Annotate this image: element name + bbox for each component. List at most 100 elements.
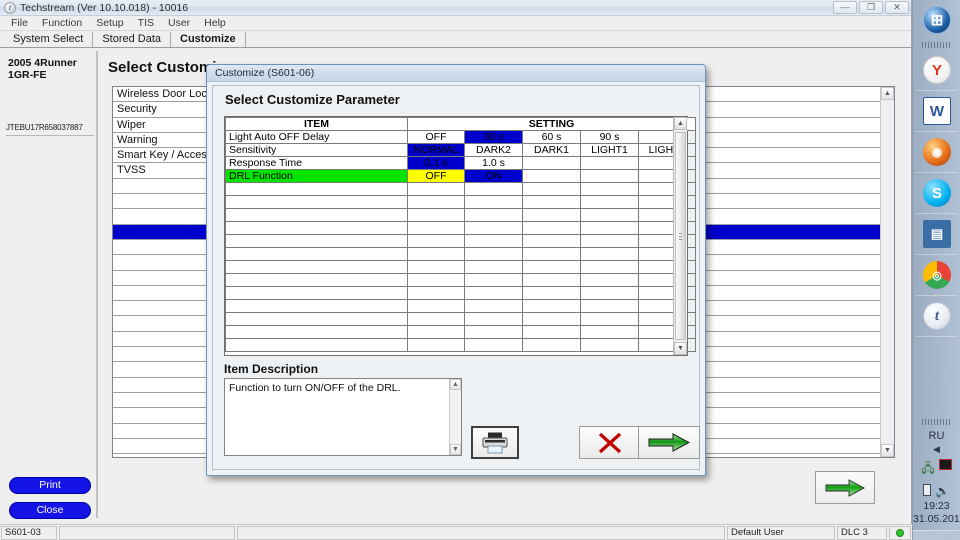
show-hidden-icons-button[interactable]: ◀	[913, 443, 960, 457]
menu-item-tis[interactable]: TIS	[131, 17, 161, 29]
menu-item-function[interactable]: Function	[35, 17, 89, 29]
tray-clock[interactable]: 19:23 31.05.2015	[913, 500, 960, 530]
empty-cell	[407, 182, 465, 196]
empty-cell	[407, 273, 465, 287]
status-message-field	[59, 525, 235, 540]
empty-cell	[407, 299, 465, 313]
parameter-setting-cell[interactable]: DARK1	[522, 143, 581, 157]
dialog-next-button[interactable]	[638, 426, 700, 459]
scroll-down-icon[interactable]: ▼	[674, 342, 687, 355]
menu-item-help[interactable]: Help	[197, 17, 233, 29]
dialog-print-button[interactable]	[471, 426, 519, 459]
desktop: t Techstream (Ver 10.10.018) - 10016 — ❐…	[0, 0, 960, 540]
parameter-setting-cell[interactable]	[522, 169, 581, 183]
scroll-up-icon[interactable]: ▲	[674, 117, 687, 130]
table-row[interactable]: Light Auto OFF Delay OFF 30 s 60 s 90 s	[225, 130, 697, 144]
parameter-table-header: ITEM SETTING	[225, 117, 697, 131]
scroll-up-icon[interactable]: ▲	[881, 87, 894, 100]
empty-cell	[580, 247, 639, 261]
vehicle-info-panel: 2005 4Runner 1GR-FE JTEBU17R658037887 Pr…	[2, 51, 98, 519]
sidebar-item-skype[interactable]: S	[913, 173, 960, 213]
sidebar-item-yandex-browser[interactable]: Y	[913, 50, 960, 90]
tab-bar: System Select Stored Data Customize	[0, 31, 911, 48]
scrollbar-thumb[interactable]	[675, 132, 686, 340]
empty-cell	[522, 182, 581, 196]
menu-item-file[interactable]: File	[4, 17, 35, 29]
parameter-setting-cell[interactable]: 60 s	[522, 130, 581, 144]
scroll-down-icon[interactable]: ▼	[450, 444, 461, 455]
sidebar-item-firefox[interactable]: ◉	[913, 132, 960, 172]
sidebar-item-save-floppy[interactable]: ▤	[913, 214, 960, 254]
vehicle-model-text: 2005 4Runner	[8, 57, 77, 69]
minimize-button[interactable]: —	[833, 1, 857, 14]
empty-cell	[464, 312, 523, 326]
empty-cell	[225, 247, 408, 261]
scroll-up-icon[interactable]: ▲	[450, 379, 461, 390]
parameter-setting-cell[interactable]	[580, 169, 639, 183]
empty-cell	[522, 234, 581, 248]
volume-icon[interactable]: 🔊	[935, 484, 950, 498]
category-list-scrollbar[interactable]: ▲ ▼	[880, 87, 894, 457]
tab-customize[interactable]: Customize	[171, 32, 246, 47]
parameter-setting-cell[interactable]: LIGHT1	[580, 143, 639, 157]
scroll-down-icon[interactable]: ▼	[881, 444, 894, 457]
menu-item-user[interactable]: User	[161, 17, 197, 29]
table-row[interactable]: Response Time 0.1 s 1.0 s	[225, 156, 697, 170]
parameter-setting-cell[interactable]: NORMAL	[407, 143, 465, 157]
close-button[interactable]: ✕	[885, 1, 909, 14]
parameter-setting-cell[interactable]: 1.0 s	[464, 156, 523, 170]
parameter-setting-cell[interactable]	[522, 156, 581, 170]
item-description-text: Function to turn ON/OFF of the DRL.	[229, 382, 401, 394]
customize-dialog: Customize (S601-06) Select Customize Par…	[206, 64, 706, 476]
save-floppy-icon: ▤	[923, 220, 951, 248]
table-row-empty	[225, 195, 697, 209]
battery-icon[interactable]	[923, 484, 932, 496]
empty-cell	[580, 273, 639, 287]
restore-button[interactable]: ❐	[859, 1, 883, 14]
empty-cell	[225, 208, 408, 222]
desktop-sidebar: ⊞ YW ◉ S ▤ ◎ t RU ◀ 🖧 🔊 19:23 31.05.2015	[912, 0, 960, 540]
window-controls[interactable]: — ❐ ✕	[833, 1, 909, 14]
empty-cell	[225, 260, 408, 274]
parameter-setting-cell[interactable]: OFF	[407, 130, 465, 144]
parameter-setting-cell[interactable]: OFF	[407, 169, 465, 183]
language-indicator[interactable]: RU	[913, 427, 960, 443]
parameter-table-scrollbar[interactable]: ▲ ▼	[673, 117, 687, 355]
empty-cell	[522, 273, 581, 287]
parameter-setting-cell[interactable]: 90 s	[580, 130, 639, 144]
sidebar-item-windows-start[interactable]: ⊞	[913, 0, 960, 40]
tab-system-select[interactable]: System Select	[4, 32, 94, 47]
sidebar-item-teamviewer[interactable]: t	[913, 296, 960, 336]
close-button-panel[interactable]: Close	[9, 502, 91, 519]
empty-cell	[464, 221, 523, 235]
microsoft-word-icon: W	[923, 97, 951, 125]
parameter-item-name: Light Auto OFF Delay	[225, 130, 408, 144]
printer-icon	[482, 432, 508, 453]
parameter-setting-cell[interactable]: 30 s	[464, 130, 523, 144]
parameter-setting-cell[interactable]	[580, 156, 639, 170]
empty-cell	[580, 182, 639, 196]
table-row[interactable]: DRL Function OFF ON	[225, 169, 697, 183]
sidebar-grip-icon[interactable]	[913, 40, 960, 50]
empty-cell	[464, 299, 523, 313]
sidebar-item-chrome[interactable]: ◎	[913, 255, 960, 295]
empty-cell	[580, 221, 639, 235]
parameter-item-name: Sensitivity	[225, 143, 408, 157]
parameter-setting-cell[interactable]: 0.1 s	[407, 156, 465, 170]
tab-stored-data[interactable]: Stored Data	[93, 32, 172, 47]
show-desktop-button[interactable]	[913, 530, 960, 540]
parameter-setting-cell[interactable]: DARK2	[464, 143, 523, 157]
table-row[interactable]: Sensitivity NORMAL DARK2 DARK1 LIGHT1 LIGHT2	[225, 143, 697, 157]
dialog-cancel-button[interactable]	[579, 426, 641, 459]
empty-cell	[225, 221, 408, 235]
description-scrollbar[interactable]: ▲ ▼	[449, 379, 461, 455]
next-button-main[interactable]	[815, 471, 875, 504]
empty-cell	[464, 247, 523, 261]
parameter-setting-cell[interactable]: ON	[464, 169, 523, 183]
screen-icon[interactable]	[938, 459, 952, 470]
sidebar-item-microsoft-word[interactable]: W	[913, 91, 960, 131]
menu-item-setup[interactable]: Setup	[89, 17, 130, 29]
print-button[interactable]: Print	[9, 477, 91, 494]
network-icon[interactable]: 🖧	[921, 459, 934, 480]
green-arrow-icon	[648, 433, 690, 452]
